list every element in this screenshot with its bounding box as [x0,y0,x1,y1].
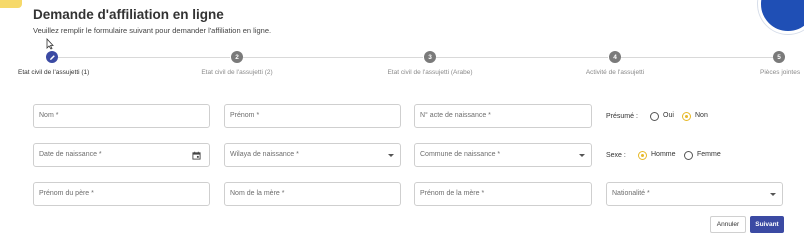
cancel-button[interactable]: Annuler [710,216,746,233]
step-3-label[interactable]: Etat civil de l'assujetti (Arabe) [387,69,472,76]
commune-naissance-select[interactable]: Commune de naissance * [414,143,592,167]
sexe-femme-radio[interactable] [684,151,693,160]
acte-naissance-field[interactable]: N° acte de naissance * [414,104,592,128]
prenom-mere-field[interactable]: Prénom de la mère * [414,182,592,206]
step-5-indicator[interactable]: 5 [773,51,785,63]
page-title: Demande d'affiliation en ligne [33,7,224,22]
step-4-indicator[interactable]: 4 [609,51,621,63]
page-subtitle: Veuillez remplir le formulaire suivant p… [33,26,272,35]
date-naissance-placeholder: Date de naissance * [39,151,102,158]
logo-tab [0,0,22,8]
step-2-label[interactable]: Etat civil de l'assujetti (2) [201,69,272,76]
presume-label: Présumé : [606,113,638,120]
presume-oui-radio[interactable] [650,112,659,121]
stepper-connector [58,57,230,58]
sexe-homme-label[interactable]: Homme [651,151,676,158]
commune-naissance-placeholder: Commune de naissance * [420,151,501,158]
step-2-indicator[interactable]: 2 [231,51,243,63]
step-4-label[interactable]: Activité de l'assujetti [586,69,644,76]
presume-non-label[interactable]: Non [695,112,708,119]
stepper-connector [436,57,608,58]
chevron-down-icon [770,193,776,196]
prenom-placeholder: Prénom * [230,112,260,119]
prenom-mere-placeholder: Prénom de la mère * [420,190,485,197]
nom-field[interactable]: Nom * [33,104,210,128]
stepper-connector [243,57,423,58]
presume-non-radio[interactable] [682,112,691,121]
prenom-pere-placeholder: Prénom du père * [39,190,94,197]
acte-naissance-placeholder: N° acte de naissance * [420,112,491,119]
sexe-homme-radio[interactable] [638,151,647,160]
step-3-indicator[interactable]: 3 [424,51,436,63]
presume-oui-label[interactable]: Oui [663,112,674,119]
step-1-label[interactable]: Etat civil de l'assujetti (1) [18,69,89,76]
next-button[interactable]: Suivant [750,216,784,233]
nom-mere-placeholder: Nom de la mère * [230,190,285,197]
user-avatar[interactable] [758,0,804,34]
nationalite-select[interactable]: Nationalité * [606,182,783,206]
stepper-connector [621,57,773,58]
nom-placeholder: Nom * [39,112,59,119]
date-naissance-field[interactable]: Date de naissance * [33,143,210,167]
calendar-icon[interactable] [192,151,201,160]
sexe-label: Sexe : [606,152,626,159]
sexe-femme-label[interactable]: Femme [697,151,721,158]
step-1-indicator[interactable] [46,51,58,63]
pencil-icon [49,54,55,60]
chevron-down-icon [579,154,585,157]
step-5-label[interactable]: Pièces jointes [760,69,800,76]
nationalite-placeholder: Nationalité * [612,190,650,197]
prenom-field[interactable]: Prénom * [224,104,401,128]
chevron-down-icon [388,154,394,157]
nom-mere-field[interactable]: Nom de la mère * [224,182,401,206]
prenom-pere-field[interactable]: Prénom du père * [33,182,210,206]
mouse-cursor-icon [46,38,54,50]
wilaya-naissance-select[interactable]: Wilaya de naissance * [224,143,401,167]
wilaya-naissance-placeholder: Wilaya de naissance * [230,151,299,158]
